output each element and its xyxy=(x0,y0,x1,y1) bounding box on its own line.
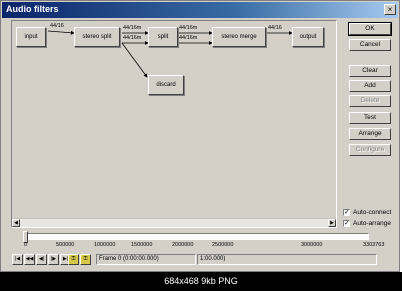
connection-input-split xyxy=(47,30,75,35)
node-discard[interactable]: discard xyxy=(148,75,184,95)
close-icon[interactable]: × xyxy=(384,4,396,15)
ok-button[interactable]: OK xyxy=(348,22,392,36)
key-next-icon[interactable]: ⚿ xyxy=(80,254,91,265)
tick-label: 0 xyxy=(24,242,28,248)
audio-filters-dialog: Audio filters × input stereo split split… xyxy=(0,0,400,272)
tick-label: 3303763 xyxy=(363,242,385,248)
cancel-button[interactable]: Cancel xyxy=(349,39,391,51)
scroll-right-icon[interactable]: ▶ xyxy=(328,219,336,227)
clear-button[interactable]: Clear xyxy=(349,65,391,77)
tick-label: 1000000 xyxy=(94,242,116,248)
pin-label: 44/16m xyxy=(123,25,142,31)
add-button[interactable]: Add xyxy=(349,80,391,92)
configure-button[interactable]: Configure xyxy=(349,144,391,156)
test-button[interactable]: Test xyxy=(349,112,391,124)
tick-label: 2000000 xyxy=(172,242,194,248)
time-status: 1:00.000) xyxy=(197,254,377,265)
timeline-track[interactable] xyxy=(25,233,369,240)
tick-label: 1500000 xyxy=(131,242,153,248)
prev-frame-icon[interactable]: ◀| xyxy=(36,254,47,265)
pin-label: 44/16m xyxy=(179,35,198,41)
image-caption: 684x468 9kb PNG xyxy=(0,272,402,291)
start-icon[interactable]: ◀◀ xyxy=(24,254,35,265)
auto-arrange-label: Auto-arrange xyxy=(353,220,391,227)
key-prev-icon[interactable]: ⚿ xyxy=(68,254,79,265)
frame-status: Frame 0 (0:00:00.000) xyxy=(96,254,196,265)
node-input[interactable]: input xyxy=(16,27,46,47)
auto-arrange-checkbox[interactable]: ✓ Auto-arrange xyxy=(343,220,391,227)
pin-label: 44/16 xyxy=(50,23,64,29)
window-title: Audio filters xyxy=(6,4,59,14)
pin-label: 44/16 xyxy=(268,25,282,31)
delete-button[interactable]: Delete xyxy=(349,95,391,107)
tick-label: 500000 xyxy=(56,242,75,248)
tick-label: 2500000 xyxy=(212,242,234,248)
horizontal-scrollbar[interactable]: ◀ ▶ xyxy=(12,218,336,227)
checkmark-icon: ✓ xyxy=(343,209,350,216)
scroll-left-icon[interactable]: ◀ xyxy=(12,219,20,227)
node-split[interactable]: split xyxy=(148,27,178,47)
next-frame-icon[interactable]: |▶ xyxy=(48,254,59,265)
connection-lines xyxy=(47,30,293,78)
pin-label: 44/16m xyxy=(179,25,198,31)
filter-graph-canvas[interactable]: input stereo split split stereo merge ou… xyxy=(11,20,337,228)
stop-icon[interactable]: |◀ xyxy=(12,254,23,265)
auto-connect-label: Auto-connect xyxy=(353,209,392,216)
node-stereo-split[interactable]: stereo split xyxy=(74,27,120,47)
node-stereo-merge[interactable]: stereo merge xyxy=(212,27,266,47)
node-output[interactable]: output xyxy=(292,27,324,47)
tick-label: 3000000 xyxy=(301,242,323,248)
connection-split-discard xyxy=(121,42,148,78)
pin-label: 44/16m xyxy=(123,35,142,41)
checkmark-icon: ✓ xyxy=(343,220,350,227)
arrange-button[interactable]: Arrange xyxy=(349,128,391,140)
title-bar: Audio filters × xyxy=(2,2,398,18)
auto-connect-checkbox[interactable]: ✓ Auto-connect xyxy=(343,209,391,216)
